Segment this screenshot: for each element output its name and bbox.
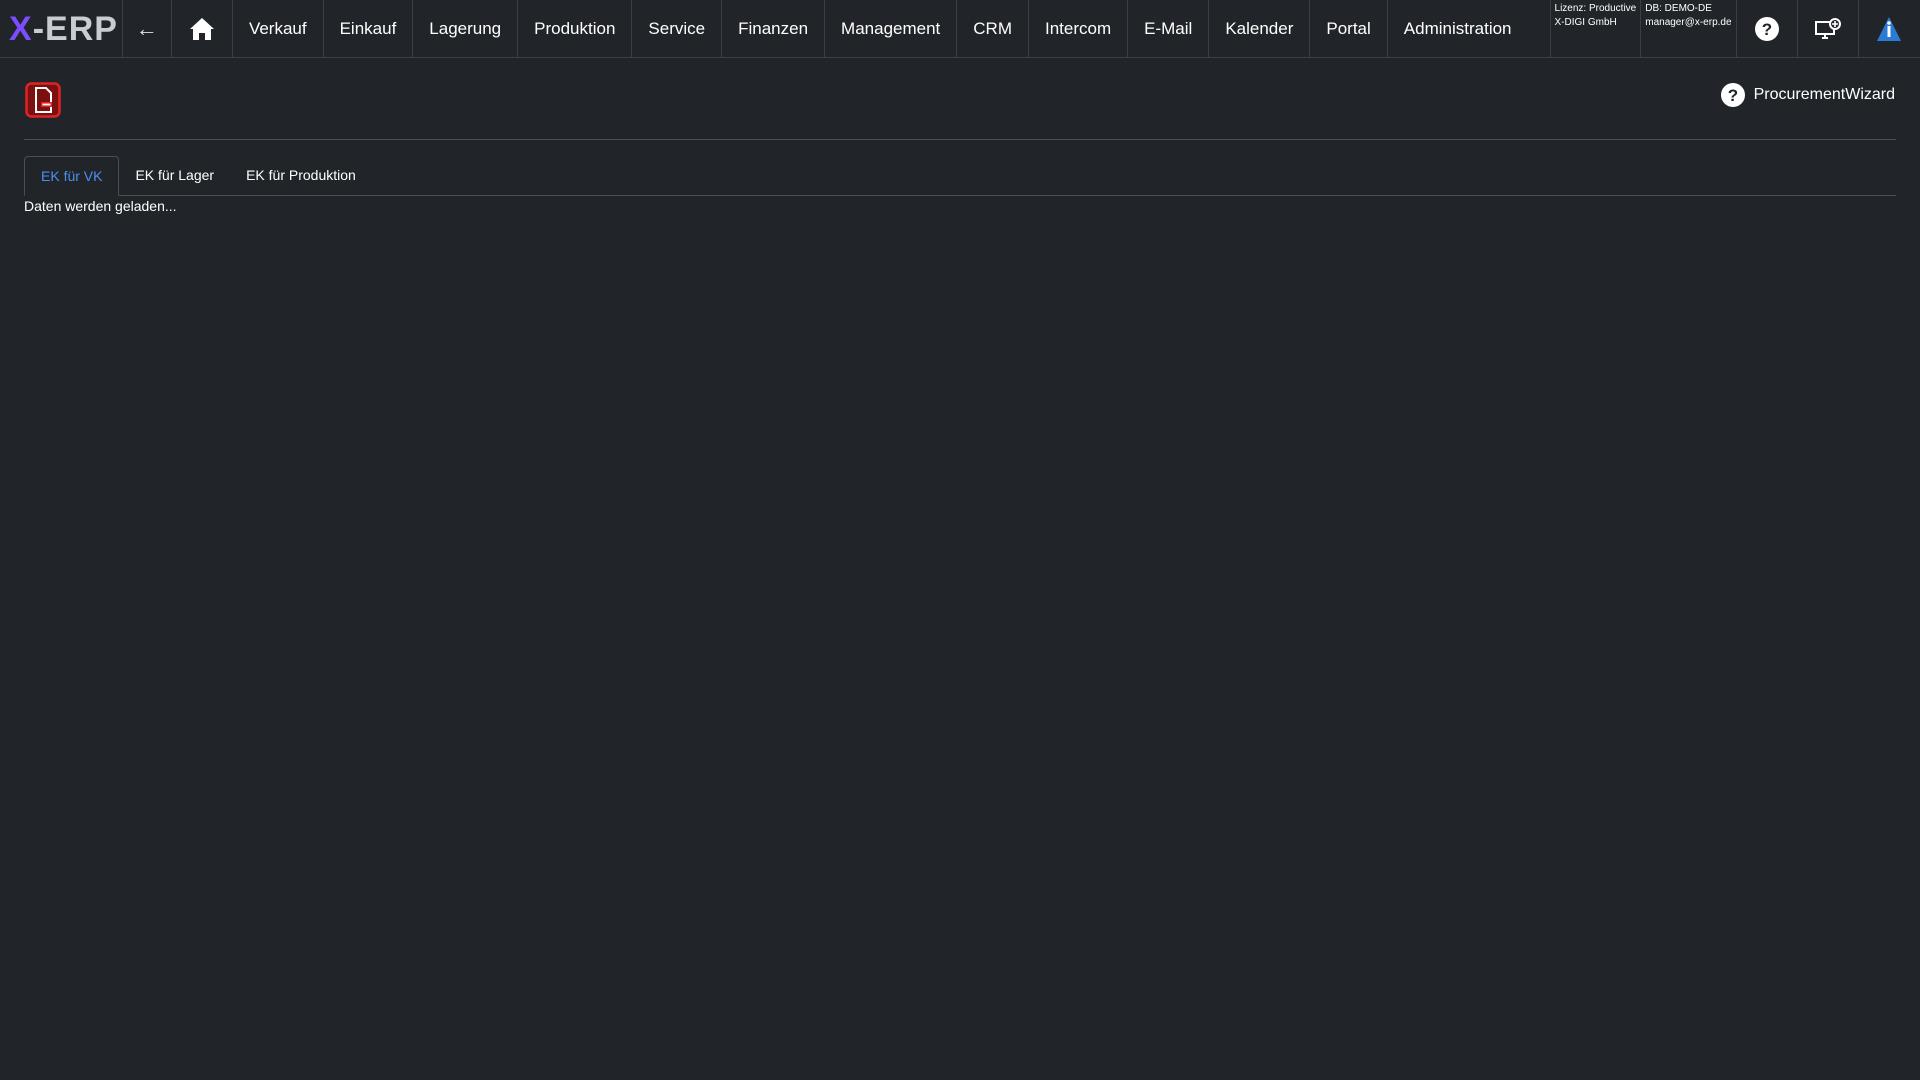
help-circle-icon: ? <box>1720 83 1745 107</box>
nav-item-kalender[interactable]: Kalender <box>1209 0 1311 57</box>
nav-item-einkauf[interactable]: Einkauf <box>324 0 414 57</box>
info-triangle-icon <box>1877 16 1902 41</box>
help-button[interactable]: ? <box>1737 0 1798 57</box>
svg-text:?: ? <box>1727 86 1737 105</box>
db-info: DB: DEMO-DE manager@x-erp.de <box>1641 0 1737 57</box>
back-button[interactable]: ← <box>123 0 172 57</box>
remote-support-button[interactable] <box>1798 0 1859 57</box>
loading-status: Daten werden geladen... <box>24 198 177 214</box>
nav-item-management[interactable]: Management <box>825 0 958 57</box>
nav-item-produktion[interactable]: Produktion <box>518 0 633 57</box>
home-icon <box>189 17 214 40</box>
nav-item-verkauf[interactable]: Verkauf <box>233 0 324 57</box>
top-navbar: X -ERP ← Verkauf Einkauf Lagerung Produkt… <box>0 0 1920 58</box>
header-divider <box>24 139 1896 140</box>
wizard-label: ProcurementWizard <box>1753 86 1895 103</box>
svg-text:?: ? <box>1761 20 1771 39</box>
document-remove-icon[interactable] <box>25 82 61 118</box>
company-line: X-DIGI GmbH <box>1554 17 1617 28</box>
db-line: DB: DEMO-DE <box>1645 3 1712 14</box>
nav-item-service[interactable]: Service <box>632 0 723 57</box>
nav-item-portal[interactable]: Portal <box>1310 0 1388 57</box>
tab-bar: EK für VK EK für Lager EK für Produktion <box>24 156 1896 196</box>
license-info: Lizenz: Productive X-DIGI GmbH <box>1551 0 1642 57</box>
tab-ek-fuer-produktion[interactable]: EK für Produktion <box>230 155 372 195</box>
nav-item-lagerung[interactable]: Lagerung <box>413 0 519 57</box>
home-button[interactable] <box>172 0 233 57</box>
tab-ek-fuer-lager[interactable]: EK für Lager <box>119 155 230 195</box>
user-email: manager@x-erp.de <box>1645 17 1732 28</box>
tab-ek-fuer-vk[interactable]: EK für VK <box>24 156 120 196</box>
help-circle-icon: ? <box>1754 16 1779 41</box>
document-remove-svg <box>25 82 61 118</box>
remote-desktop-icon <box>1814 17 1841 39</box>
logo-text: -ERP <box>32 9 118 48</box>
procurement-wizard-button[interactable]: ? ProcurementWizard <box>1720 82 1895 108</box>
logo-x: X <box>9 9 33 48</box>
app-logo[interactable]: X -ERP <box>0 0 123 58</box>
back-arrow-icon: ← <box>135 15 158 41</box>
nav-item-administration[interactable]: Administration <box>1388 0 1551 57</box>
nav-item-crm[interactable]: CRM <box>957 0 1029 57</box>
info-button[interactable] <box>1859 0 1920 57</box>
nav-item-finanzen[interactable]: Finanzen <box>722 0 826 57</box>
nav-item-intercom[interactable]: Intercom <box>1029 0 1129 57</box>
nav-item-email[interactable]: E-Mail <box>1128 0 1210 57</box>
license-line: Lizenz: Productive <box>1554 3 1637 14</box>
